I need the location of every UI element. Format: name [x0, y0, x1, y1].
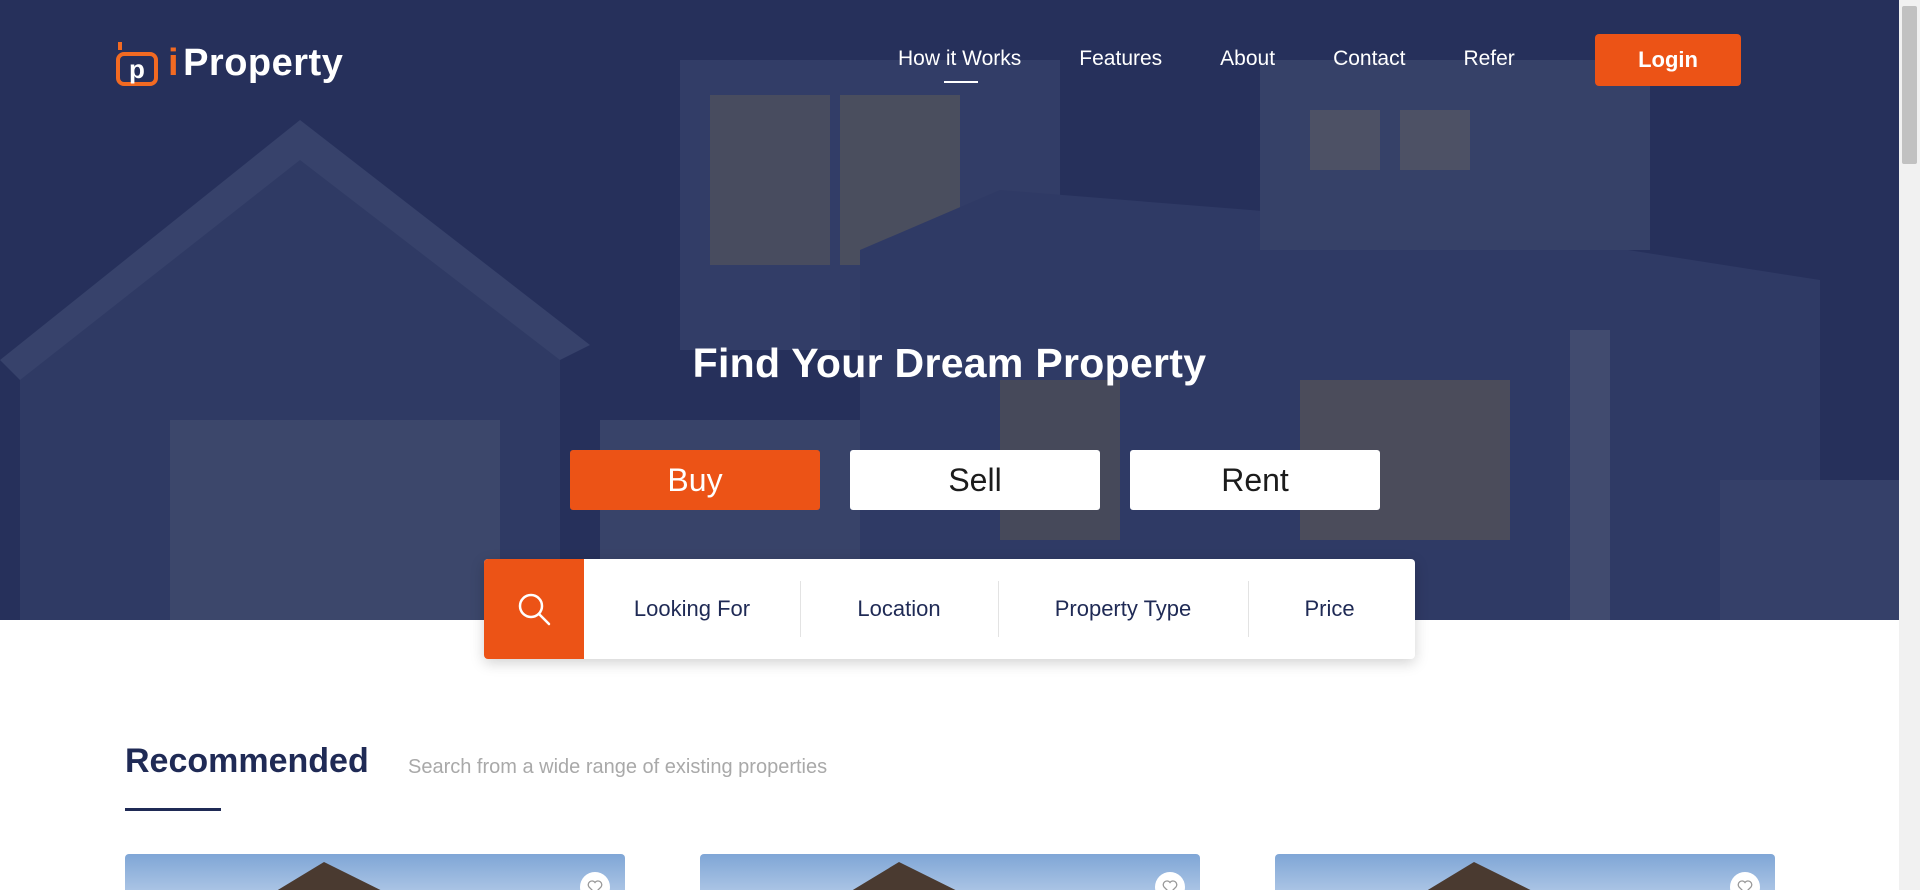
nav-about[interactable]: About: [1191, 47, 1304, 71]
property-type-field[interactable]: Property Type: [998, 559, 1248, 659]
search-button[interactable]: [484, 559, 584, 659]
looking-for-field[interactable]: Looking For: [584, 559, 800, 659]
property-image: [800, 862, 1020, 890]
nav-features[interactable]: Features: [1050, 47, 1191, 71]
nav-contact[interactable]: Contact: [1304, 47, 1434, 71]
favorite-heart-icon[interactable]: [1730, 872, 1760, 890]
hero-banner: p i Property How it Works Features About …: [0, 0, 1899, 620]
property-search-bar: Looking For Location Property Type Price: [484, 559, 1415, 659]
logo-wordmark: i Property: [168, 42, 343, 85]
tab-sell[interactable]: Sell: [850, 450, 1100, 510]
nav-how-it-works[interactable]: How it Works: [898, 47, 1050, 83]
property-card[interactable]: [1275, 854, 1775, 890]
nav-refer[interactable]: Refer: [1434, 47, 1543, 71]
login-button[interactable]: Login: [1595, 34, 1741, 86]
logo-prefix: i: [168, 41, 180, 84]
hero-overlay: [0, 0, 1899, 620]
property-image: [1375, 862, 1595, 890]
property-image: [225, 862, 445, 890]
tab-buy[interactable]: Buy: [570, 450, 820, 510]
recommended-subtitle: Search from a wide range of existing pro…: [408, 756, 828, 778]
listing-type-tabs: Buy Sell Rent: [570, 450, 1380, 510]
logo-icon: p: [116, 42, 158, 86]
property-card[interactable]: [700, 854, 1200, 890]
tab-rent[interactable]: Rent: [1130, 450, 1380, 510]
property-card-list: [125, 854, 1775, 890]
location-field[interactable]: Location: [800, 559, 998, 659]
property-card[interactable]: [125, 854, 625, 890]
page-scrollbar[interactable]: [1899, 0, 1920, 890]
main-nav: How it Works Features About Contact Refe…: [898, 47, 1544, 83]
heading-underline: [125, 808, 221, 811]
favorite-heart-icon[interactable]: [1155, 872, 1185, 890]
brand-logo[interactable]: p i Property: [116, 40, 343, 86]
scrollbar-thumb[interactable]: [1902, 6, 1917, 164]
favorite-heart-icon[interactable]: [580, 872, 610, 890]
hero-title: Find Your Dream Property: [692, 340, 1207, 386]
price-field[interactable]: Price: [1248, 559, 1411, 659]
logo-mark-letter: p: [129, 54, 145, 84]
logo-name: Property: [183, 41, 344, 84]
recommended-heading: Recommended: [125, 742, 369, 780]
page: p i Property How it Works Features About …: [0, 0, 1920, 890]
search-icon: [518, 593, 551, 626]
